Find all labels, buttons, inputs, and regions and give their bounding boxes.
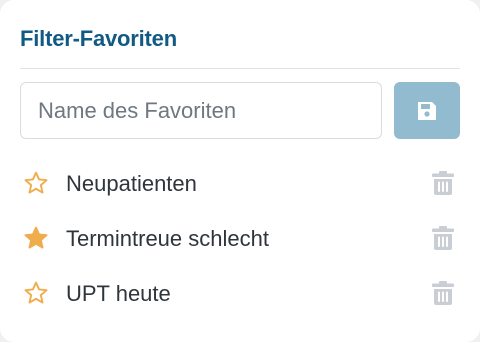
favorite-item[interactable]: UPT heute [20,273,460,313]
star-outline-icon[interactable] [23,280,49,306]
favorite-name-input[interactable] [20,82,382,139]
panel-title: Filter-Favoriten [20,26,177,51]
star-filled-icon[interactable] [23,225,49,251]
floppy-disk-icon [418,101,436,120]
favorites-panel: Filter-Favoriten Neupatienten Termintreu… [0,0,480,342]
title-divider [20,68,460,69]
favorite-label[interactable]: Neupatienten [66,171,197,197]
favorite-label[interactable]: UPT heute [66,281,171,307]
favorite-label[interactable]: Termintreue schlecht [66,226,269,252]
trash-icon[interactable] [431,280,455,306]
trash-icon[interactable] [431,170,455,196]
star-outline-icon[interactable] [23,170,49,196]
favorite-item[interactable]: Termintreue schlecht [20,218,460,258]
favorite-item[interactable]: Neupatienten [20,163,460,203]
save-favorite-button[interactable] [394,82,460,139]
trash-icon[interactable] [431,225,455,251]
